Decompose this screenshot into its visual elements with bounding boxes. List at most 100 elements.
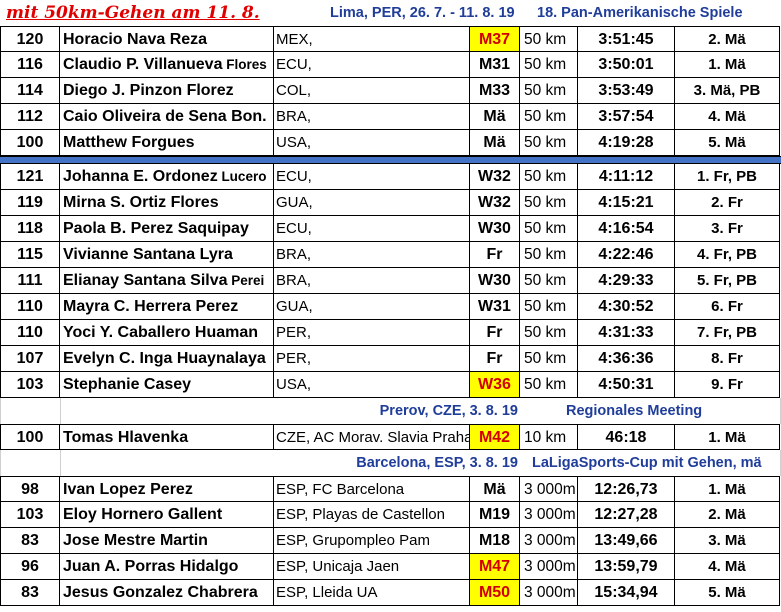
- grid-line: [60, 450, 61, 476]
- placement: 3. Fr: [675, 216, 780, 242]
- athlete-name-main: Paola B. Perez Saquipay: [63, 220, 249, 237]
- nation-club: BRA,: [274, 242, 470, 268]
- nation-club: PER,: [274, 346, 470, 372]
- table-row: 100 Matthew Forgues USA, Mä 50 km 4:19:28 5. M…: [0, 130, 781, 156]
- bib-number: 115: [0, 242, 60, 268]
- grid-line: [60, 398, 61, 424]
- athlete-name: Eloy Hornero Gallent: [60, 502, 274, 528]
- placement: 2. Mä: [675, 502, 780, 528]
- table-row: 103 Eloy Hornero Gallent ESP, Playas de Ca…: [0, 502, 781, 528]
- distance: 50 km: [520, 78, 578, 104]
- bib-number: 100: [0, 130, 60, 156]
- athlete-name: Tomas Hlavenka: [60, 424, 274, 450]
- finish-time: 4:19:28: [578, 130, 675, 156]
- athlete-name: Johanna E. Ordonez Lucero: [60, 164, 274, 190]
- bib-number: 83: [0, 580, 60, 606]
- distance: 50 km: [520, 190, 578, 216]
- table-row: 83 Jose Mestre Martin ESP, Grupompleo Pam M…: [0, 528, 781, 554]
- distance: 50 km: [520, 372, 578, 398]
- distance: 50 km: [520, 26, 578, 52]
- placement: 3. Mä: [675, 528, 780, 554]
- section-header: mit 50km-Gehen am 11. 8. Lima, PER, 26. 7…: [0, 0, 781, 26]
- finish-time: 4:22:46: [578, 242, 675, 268]
- distance: 50 km: [520, 268, 578, 294]
- finish-time: 12:27,28: [578, 502, 675, 528]
- distance: 10 km: [520, 424, 578, 450]
- age-category: W32: [470, 190, 520, 216]
- note-tag: mit 50km-Gehen am 11. 8.: [6, 3, 260, 23]
- table-row: 116 Claudio P. Villanueva Flores ECU, M31 50…: [0, 52, 781, 78]
- table-row: 121 Johanna E. Ordonez Lucero ECU, W32 50 km…: [0, 164, 781, 190]
- nation-club: GUA,: [274, 190, 470, 216]
- event-name: 18. Pan-Amerikanische Spiele: [537, 5, 743, 21]
- athlete-name-main: Jesus Gonzalez Chabrera: [63, 584, 258, 601]
- distance: 50 km: [520, 130, 578, 156]
- nation-club: USA,: [274, 372, 470, 398]
- distance: 50 km: [520, 320, 578, 346]
- age-category: M42: [470, 424, 520, 450]
- finish-time: 46:18: [578, 424, 675, 450]
- athlete-name: Vivianne Santana Lyra: [60, 242, 274, 268]
- athlete-name-main: Stephanie Casey: [63, 376, 192, 393]
- bib-number: 96: [0, 554, 60, 580]
- athlete-name: Ivan Lopez Perez: [60, 476, 274, 502]
- nation-club: GUA,: [274, 294, 470, 320]
- placement: 7. Fr, PB: [675, 320, 780, 346]
- table-row: 112 Caio Oliveira de Sena Bon. BRA, Mä 50 km…: [0, 104, 781, 130]
- table-row: 120 Horacio Nava Reza MEX, M37 50 km 3:51:45 2…: [0, 26, 781, 52]
- finish-time: 3:57:54: [578, 104, 675, 130]
- bib-number: 121: [0, 164, 60, 190]
- finish-time: 4:15:21: [578, 190, 675, 216]
- age-category: M33: [470, 78, 520, 104]
- bib-number: 120: [0, 26, 60, 52]
- table-row: 107 Evelyn C. Inga Huaynalaya PER, Fr 50 km 4…: [0, 346, 781, 372]
- nation-club: PER,: [274, 320, 470, 346]
- event-location: Lima, PER, 26. 7. - 11. 8. 19: [330, 5, 515, 21]
- finish-time: 3:50:01: [578, 52, 675, 78]
- nation-club: ECU,: [274, 164, 470, 190]
- bib-number: 111: [0, 268, 60, 294]
- distance: 3 000m: [520, 502, 578, 528]
- nation-club: ESP, Grupompleo Pam: [274, 528, 470, 554]
- athlete-name: Caio Oliveira de Sena Bon.: [60, 104, 274, 130]
- age-category: M47: [470, 554, 520, 580]
- nation-club: ESP, Lleida UA: [274, 580, 470, 606]
- age-category: M19: [470, 502, 520, 528]
- athlete-name: Juan A. Porras Hidalgo: [60, 554, 274, 580]
- athlete-name: Jose Mestre Martin: [60, 528, 274, 554]
- placement: 6. Fr: [675, 294, 780, 320]
- section-header: Prerov, CZE, 3. 8. 19 Regionales Meeting: [0, 398, 781, 424]
- distance: 3 000m: [520, 580, 578, 606]
- athlete-name-main: Caio Oliveira de Sena Bon.: [63, 108, 267, 125]
- placement: 1. Mä: [675, 424, 780, 450]
- nation-club: ESP, FC Barcelona: [274, 476, 470, 502]
- event-location: Prerov, CZE, 3. 8. 19: [379, 403, 518, 419]
- distance: 50 km: [520, 52, 578, 78]
- placement: 3. Mä, PB: [675, 78, 780, 104]
- bib-number: 107: [0, 346, 60, 372]
- bib-number: 112: [0, 104, 60, 130]
- bib-number: 83: [0, 528, 60, 554]
- bib-number: 110: [0, 294, 60, 320]
- finish-time: 4:16:54: [578, 216, 675, 242]
- athlete-name-main: Elianay Santana Silva: [63, 272, 228, 289]
- nation-club: ECU,: [274, 52, 470, 78]
- nation-club: BRA,: [274, 268, 470, 294]
- bib-number: 110: [0, 320, 60, 346]
- athlete-name-main: Diego J. Pinzon Florez: [63, 82, 234, 99]
- nation-club: ESP, Unicaja Jaen: [274, 554, 470, 580]
- athlete-name: Claudio P. Villanueva Flores: [60, 52, 274, 78]
- finish-time: 3:51:45: [578, 26, 675, 52]
- distance: 50 km: [520, 294, 578, 320]
- athlete-name: Jesus Gonzalez Chabrera: [60, 580, 274, 606]
- finish-time: 15:34,94: [578, 580, 675, 606]
- section-separator: [0, 156, 781, 164]
- finish-time: 3:53:49: [578, 78, 675, 104]
- finish-time: 4:50:31: [578, 372, 675, 398]
- finish-time: 4:11:12: [578, 164, 675, 190]
- age-category: Fr: [470, 346, 520, 372]
- placement: 1. Fr, PB: [675, 164, 780, 190]
- athlete-name-main: Tomas Hlavenka: [63, 429, 189, 446]
- results-sheet: mit 50km-Gehen am 11. 8. Lima, PER, 26. 7…: [0, 0, 781, 612]
- table-row: 100 Tomas Hlavenka CZE, AC Morav. Slavia P…: [0, 424, 781, 450]
